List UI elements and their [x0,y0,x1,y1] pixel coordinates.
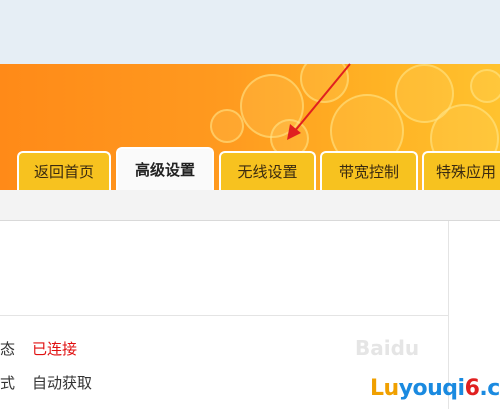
connection-type-value: 自动获取 [32,373,93,392]
watermark-part: Lu [370,376,399,401]
tab-bandwidth-control[interactable]: 带宽控制 [320,151,418,190]
sub-nav-bar [0,190,500,221]
browser-top-area [0,0,500,64]
watermark-part: .cn [479,376,500,401]
site-watermark: Luyouqi6.cn [370,376,500,401]
type-label: 式 [0,373,16,392]
tab-wireless-settings[interactable]: 无线设置 [219,151,316,190]
divider [0,315,448,316]
decorative-bubble [210,109,244,143]
tab-advanced-settings[interactable]: 高级设置 [116,147,214,190]
main-nav-tabs: 返回首页 高级设置 无线设置 带宽控制 特殊应用 [0,147,500,190]
tab-special-apps[interactable]: 特殊应用 [422,151,500,190]
watermark-part: youqi [398,376,465,401]
baidu-watermark: Baidu [355,336,420,360]
tab-label: 无线设置 [237,163,298,181]
tab-label: 带宽控制 [338,163,399,181]
tab-label: 高级设置 [134,161,195,179]
connection-status-value: 已连接 [32,339,78,358]
watermark-part: 6 [464,376,480,401]
decorative-bubble [300,64,349,103]
tab-label: 特殊应用 [436,163,497,181]
status-label: 态 [0,339,16,358]
tab-label: 返回首页 [33,163,94,181]
decorative-bubble [470,69,500,103]
tab-home[interactable]: 返回首页 [17,151,111,190]
